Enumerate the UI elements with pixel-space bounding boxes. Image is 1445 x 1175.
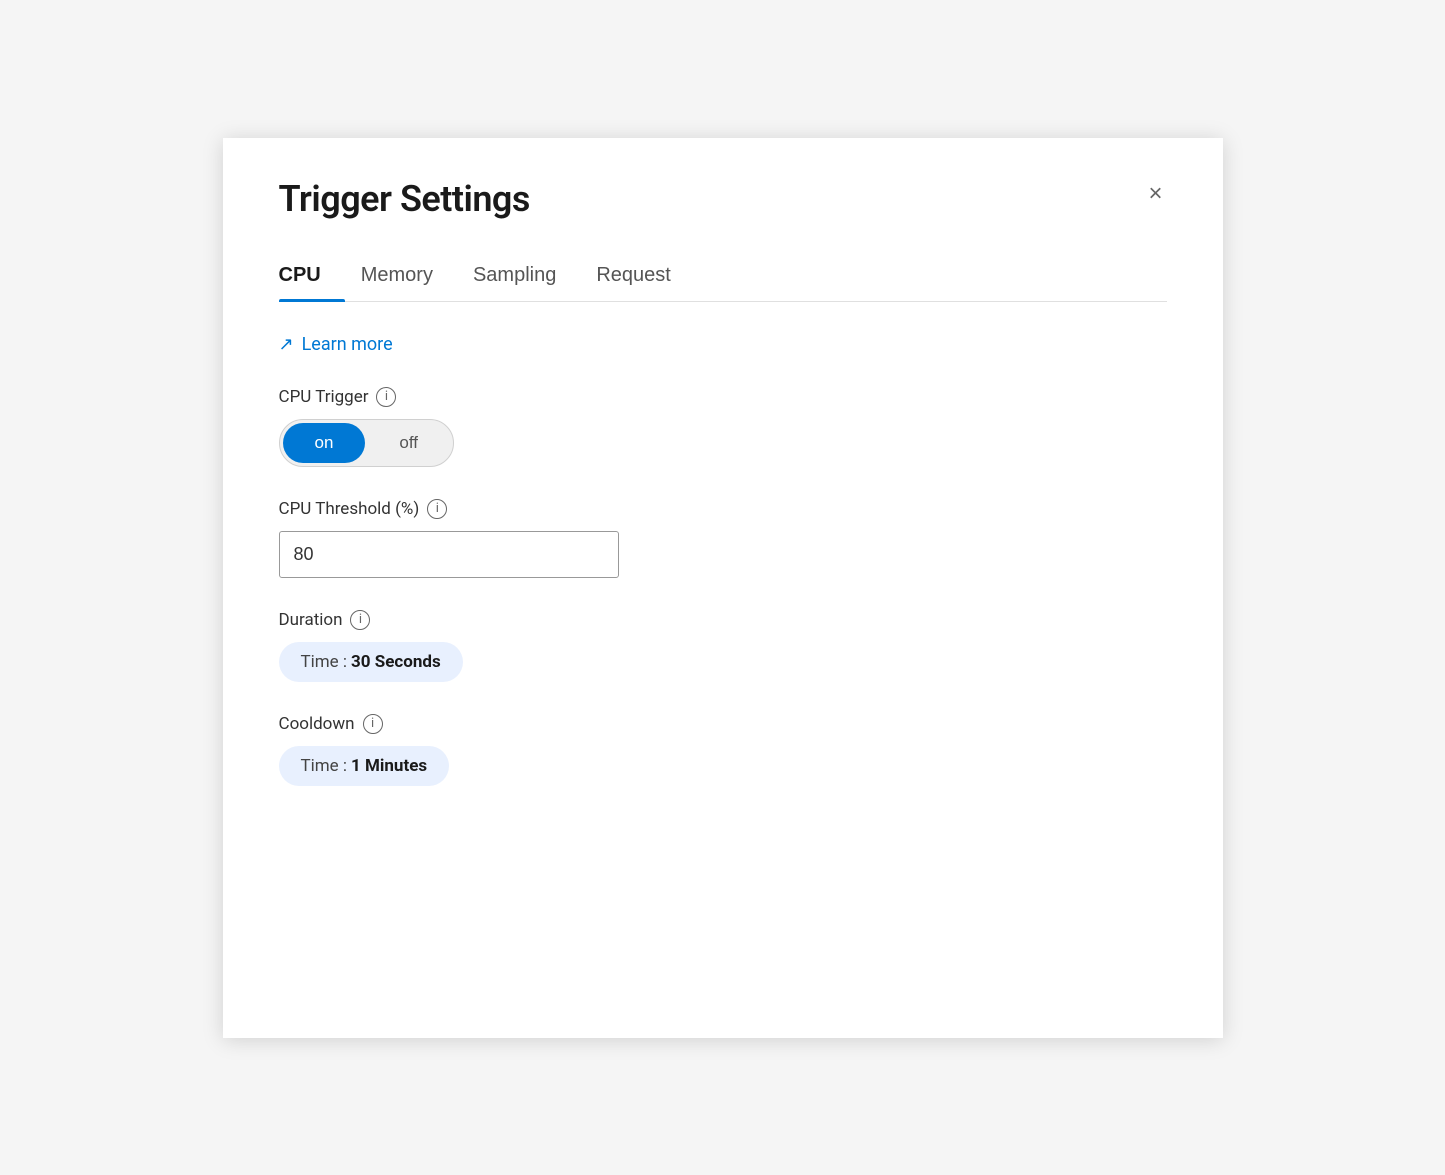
duration-time-value: 30 Seconds xyxy=(351,652,441,672)
external-link-icon: ↗ xyxy=(279,334,294,355)
cpu-trigger-toggle[interactable]: on off xyxy=(279,419,455,467)
duration-badge[interactable]: Time : 30 Seconds xyxy=(279,642,463,682)
toggle-on-button[interactable]: on xyxy=(283,423,366,463)
cpu-trigger-label-row: CPU Trigger i xyxy=(279,387,1167,407)
duration-label-row: Duration i xyxy=(279,610,1167,630)
duration-time-prefix: Time : xyxy=(301,652,348,672)
cpu-threshold-input[interactable] xyxy=(279,531,619,578)
cooldown-label-row: Cooldown i xyxy=(279,714,1167,734)
cpu-threshold-label-row: CPU Threshold (%) i xyxy=(279,499,1167,519)
cooldown-section: Cooldown i Time : 1 Minutes xyxy=(279,714,1167,786)
dialog-header: Trigger Settings × xyxy=(279,178,1167,220)
learn-more-link[interactable]: ↗ Learn more xyxy=(279,334,393,355)
close-button[interactable]: × xyxy=(1144,178,1166,210)
trigger-settings-dialog: Trigger Settings × CPU Memory Sampling R… xyxy=(223,138,1223,1038)
cpu-threshold-info-icon[interactable]: i xyxy=(427,499,447,519)
toggle-off-button[interactable]: off xyxy=(367,423,450,463)
tab-cpu[interactable]: CPU xyxy=(279,252,345,301)
duration-label: Duration xyxy=(279,610,343,630)
duration-info-icon[interactable]: i xyxy=(350,610,370,630)
learn-more-section: ↗ Learn more xyxy=(279,334,1167,355)
tab-request[interactable]: Request xyxy=(596,252,695,301)
cooldown-label: Cooldown xyxy=(279,714,355,734)
cpu-threshold-label: CPU Threshold (%) xyxy=(279,499,420,519)
cooldown-badge[interactable]: Time : 1 Minutes xyxy=(279,746,450,786)
tabs-container: CPU Memory Sampling Request xyxy=(279,252,1167,302)
tab-memory[interactable]: Memory xyxy=(361,252,457,301)
tab-sampling[interactable]: Sampling xyxy=(473,252,580,301)
cpu-trigger-info-icon[interactable]: i xyxy=(376,387,396,407)
duration-section: Duration i Time : 30 Seconds xyxy=(279,610,1167,682)
learn-more-text: Learn more xyxy=(302,334,393,355)
dialog-title: Trigger Settings xyxy=(279,178,530,220)
cpu-trigger-label: CPU Trigger xyxy=(279,387,369,407)
cpu-trigger-section: CPU Trigger i on off xyxy=(279,387,1167,467)
cooldown-info-icon[interactable]: i xyxy=(363,714,383,734)
cooldown-time-value: 1 Minutes xyxy=(351,756,427,776)
cpu-threshold-section: CPU Threshold (%) i xyxy=(279,499,1167,578)
cooldown-time-prefix: Time : xyxy=(301,756,348,776)
